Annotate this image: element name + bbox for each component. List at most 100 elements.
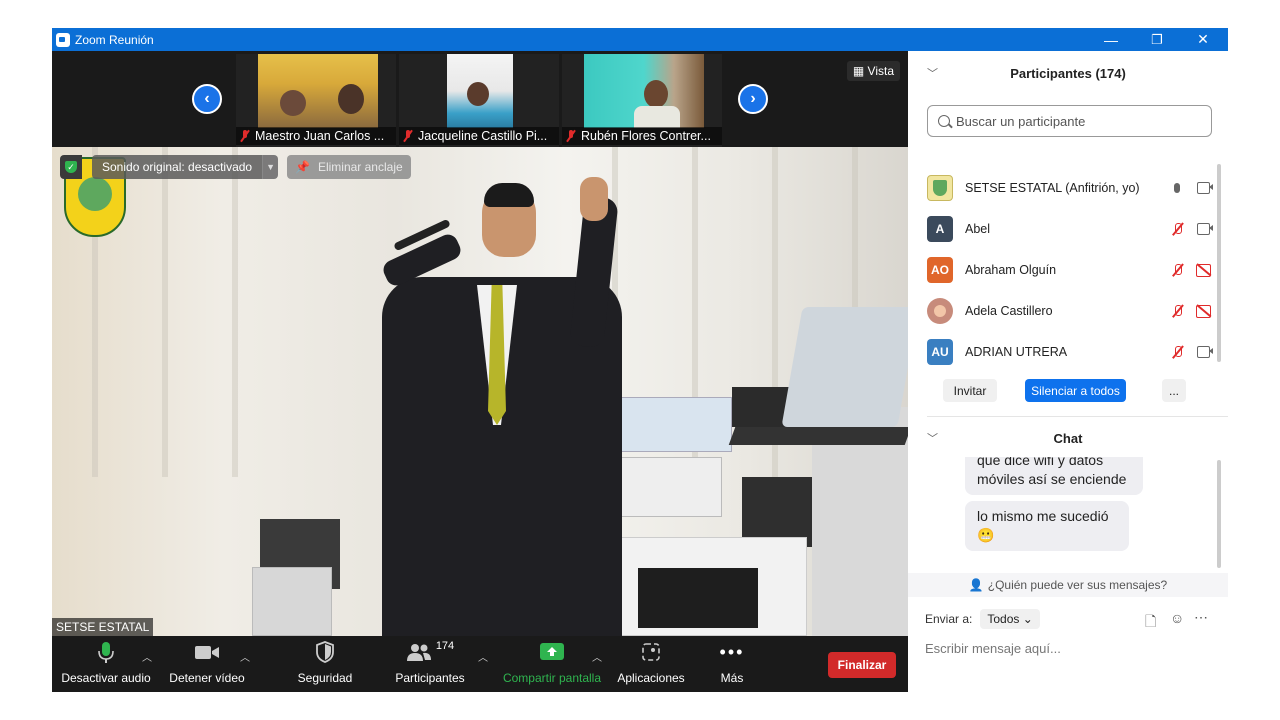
- participant-search-input[interactable]: Buscar un participante: [927, 105, 1212, 137]
- product-box: [252, 567, 332, 636]
- camera-off-icon[interactable]: [1193, 304, 1217, 318]
- participant-row[interactable]: AU ADRIAN UTRERA: [927, 331, 1217, 372]
- participant-row[interactable]: SETSE ESTATAL (Anfitrión, yo): [927, 167, 1217, 208]
- chevron-down-icon[interactable]: ▼: [262, 155, 279, 179]
- chevron-right-icon: ›: [750, 90, 756, 107]
- emblem-map: [78, 177, 112, 211]
- search-icon: [938, 115, 950, 127]
- participant-avatar: [927, 174, 953, 201]
- thumbnail-strip: ‹ Maestro Juan Carlos ... Jacqueline Cas…: [52, 51, 908, 147]
- muted-mic-icon: [403, 130, 413, 142]
- participants-header: ﹀ Participantes (174): [927, 65, 1126, 81]
- share-options-caret[interactable]: ︿: [592, 649, 602, 664]
- send-to-row: Enviar a: Todos ⌄: [925, 609, 1040, 629]
- title-bar: Zoom Reunión — ❐ ✕: [52, 28, 1228, 51]
- participant-avatar: [927, 297, 953, 324]
- tv-image: [638, 568, 758, 628]
- camera-feed: [584, 54, 704, 128]
- prev-page-button[interactable]: ‹: [192, 84, 222, 114]
- active-speaker-video: ✓ Sonido original: desactivado ▼ 📌 Elimin…: [52, 147, 908, 636]
- audio-options-caret[interactable]: ︿: [142, 649, 152, 664]
- meeting-toolbar: Desactivar audio ︿ Detener vídeo ︿ Segur…: [52, 636, 908, 692]
- divider: [927, 416, 1228, 417]
- video-stage: ‹ Maestro Juan Carlos ... Jacqueline Cas…: [52, 51, 908, 636]
- window-title: Zoom Reunión: [75, 32, 154, 47]
- camera-icon[interactable]: [1193, 223, 1217, 235]
- participant-avatar: AO: [927, 256, 953, 283]
- original-sound-label: Sonido original: desactivado: [92, 155, 263, 179]
- camera-feed: [258, 54, 378, 128]
- participant-row[interactable]: AO Abraham Olguín: [927, 249, 1217, 290]
- singer-hair: [484, 183, 534, 207]
- security-button[interactable]: Seguridad: [286, 636, 364, 692]
- zoom-window: Zoom Reunión — ❐ ✕ ‹ Maestro Juan Carlos…: [52, 28, 1228, 692]
- participant-avatar: A: [927, 215, 953, 242]
- camera-icon[interactable]: [1193, 182, 1217, 194]
- invite-button[interactable]: Invitar: [943, 379, 997, 402]
- laptop: [781, 307, 908, 427]
- mic-muted-icon[interactable]: [1165, 263, 1189, 277]
- more-dots-icon[interactable]: ⋯: [1194, 609, 1208, 626]
- singer-hand: [580, 177, 608, 221]
- end-meeting-button[interactable]: Finalizar: [828, 652, 896, 678]
- more-button[interactable]: ••• Más: [708, 636, 756, 692]
- camera-icon[interactable]: [1193, 346, 1217, 358]
- participants-scrollbar[interactable]: [1217, 164, 1221, 362]
- mic-icon[interactable]: [1165, 182, 1189, 193]
- restore-button[interactable]: ❐: [1134, 28, 1180, 51]
- speaker-name-label: SETSE ESTATAL: [52, 618, 154, 636]
- participants-count: 174: [435, 640, 455, 652]
- camera-off-icon[interactable]: [1193, 263, 1217, 277]
- stop-video-button[interactable]: Detener vídeo: [162, 636, 252, 692]
- next-page-button[interactable]: ›: [738, 84, 768, 114]
- video-options-caret[interactable]: ︿: [240, 649, 250, 664]
- thumbnail-video[interactable]: Rubén Flores Contrer...: [562, 54, 722, 147]
- unpin-button[interactable]: 📌 Eliminar anclaje: [287, 155, 411, 179]
- curtain-fold: [162, 147, 168, 477]
- shield-icon: [315, 636, 335, 668]
- person-avatar: [467, 82, 489, 106]
- emoji-icon[interactable]: ☺: [1170, 610, 1184, 626]
- pin-icon: 📌: [295, 160, 310, 174]
- mute-all-button[interactable]: Silenciar a todos: [1025, 379, 1126, 402]
- person-avatar: [280, 90, 306, 116]
- camera-feed: [447, 54, 513, 128]
- zoom-logo-icon: [56, 32, 70, 47]
- thumbnail-video[interactable]: Jacqueline Castillo Pi...: [399, 54, 559, 147]
- muted-mic-icon: [566, 130, 576, 142]
- apps-button[interactable]: Aplicaciones: [612, 636, 690, 692]
- participants-options-caret[interactable]: ︿: [478, 649, 488, 664]
- thumbnail-name: Jacqueline Castillo Pi...: [399, 127, 559, 145]
- chat-message-input[interactable]: Escribir mensaje aquí...: [925, 641, 1061, 656]
- person-lock-icon: 👤: [968, 578, 984, 592]
- chat-scrollbar[interactable]: [1217, 460, 1221, 568]
- share-screen-button[interactable]: Compartir pantalla: [500, 636, 604, 692]
- file-icon[interactable]: 🗋: [1145, 611, 1156, 635]
- chevron-down-icon[interactable]: ﹀: [927, 430, 938, 446]
- chevron-down-icon[interactable]: ﹀: [927, 65, 938, 81]
- mute-audio-button[interactable]: Desactivar audio: [61, 636, 151, 692]
- participant-row[interactable]: Adela Castillero: [927, 290, 1217, 331]
- chat-header: ﹀ Chat: [927, 430, 1083, 446]
- thumbnail-video[interactable]: Maestro Juan Carlos ...: [236, 54, 396, 147]
- mic-muted-icon[interactable]: [1165, 222, 1189, 236]
- participants-icon: 174: [406, 636, 454, 668]
- minimize-button[interactable]: —: [1088, 28, 1134, 51]
- view-button[interactable]: ▦ Vista: [846, 61, 900, 81]
- mic-muted-icon[interactable]: [1165, 345, 1189, 359]
- chat-message: que dice wifi y datos móviles así se enc…: [965, 457, 1143, 495]
- chat-messages: que dice wifi y datos móviles así se enc…: [908, 457, 1228, 573]
- more-dots-icon: •••: [719, 641, 745, 662]
- close-button[interactable]: ✕: [1180, 28, 1226, 51]
- original-sound-toggle[interactable]: ✓ Sonido original: desactivado ▼: [60, 155, 279, 179]
- share-screen-icon: [540, 636, 564, 668]
- person-avatar: [338, 84, 364, 114]
- more-options-button[interactable]: ...: [1162, 379, 1186, 402]
- mic-muted-icon[interactable]: [1165, 304, 1189, 318]
- participants-button[interactable]: 174 Participantes: [386, 636, 474, 692]
- recipient-dropdown[interactable]: Todos ⌄: [980, 609, 1040, 629]
- who-can-see-link[interactable]: 👤 ¿Quién puede ver sus mensajes?: [908, 573, 1228, 597]
- video-camera-icon: [194, 636, 220, 668]
- participant-row[interactable]: A Abel: [927, 208, 1217, 249]
- apps-icon: [641, 636, 661, 668]
